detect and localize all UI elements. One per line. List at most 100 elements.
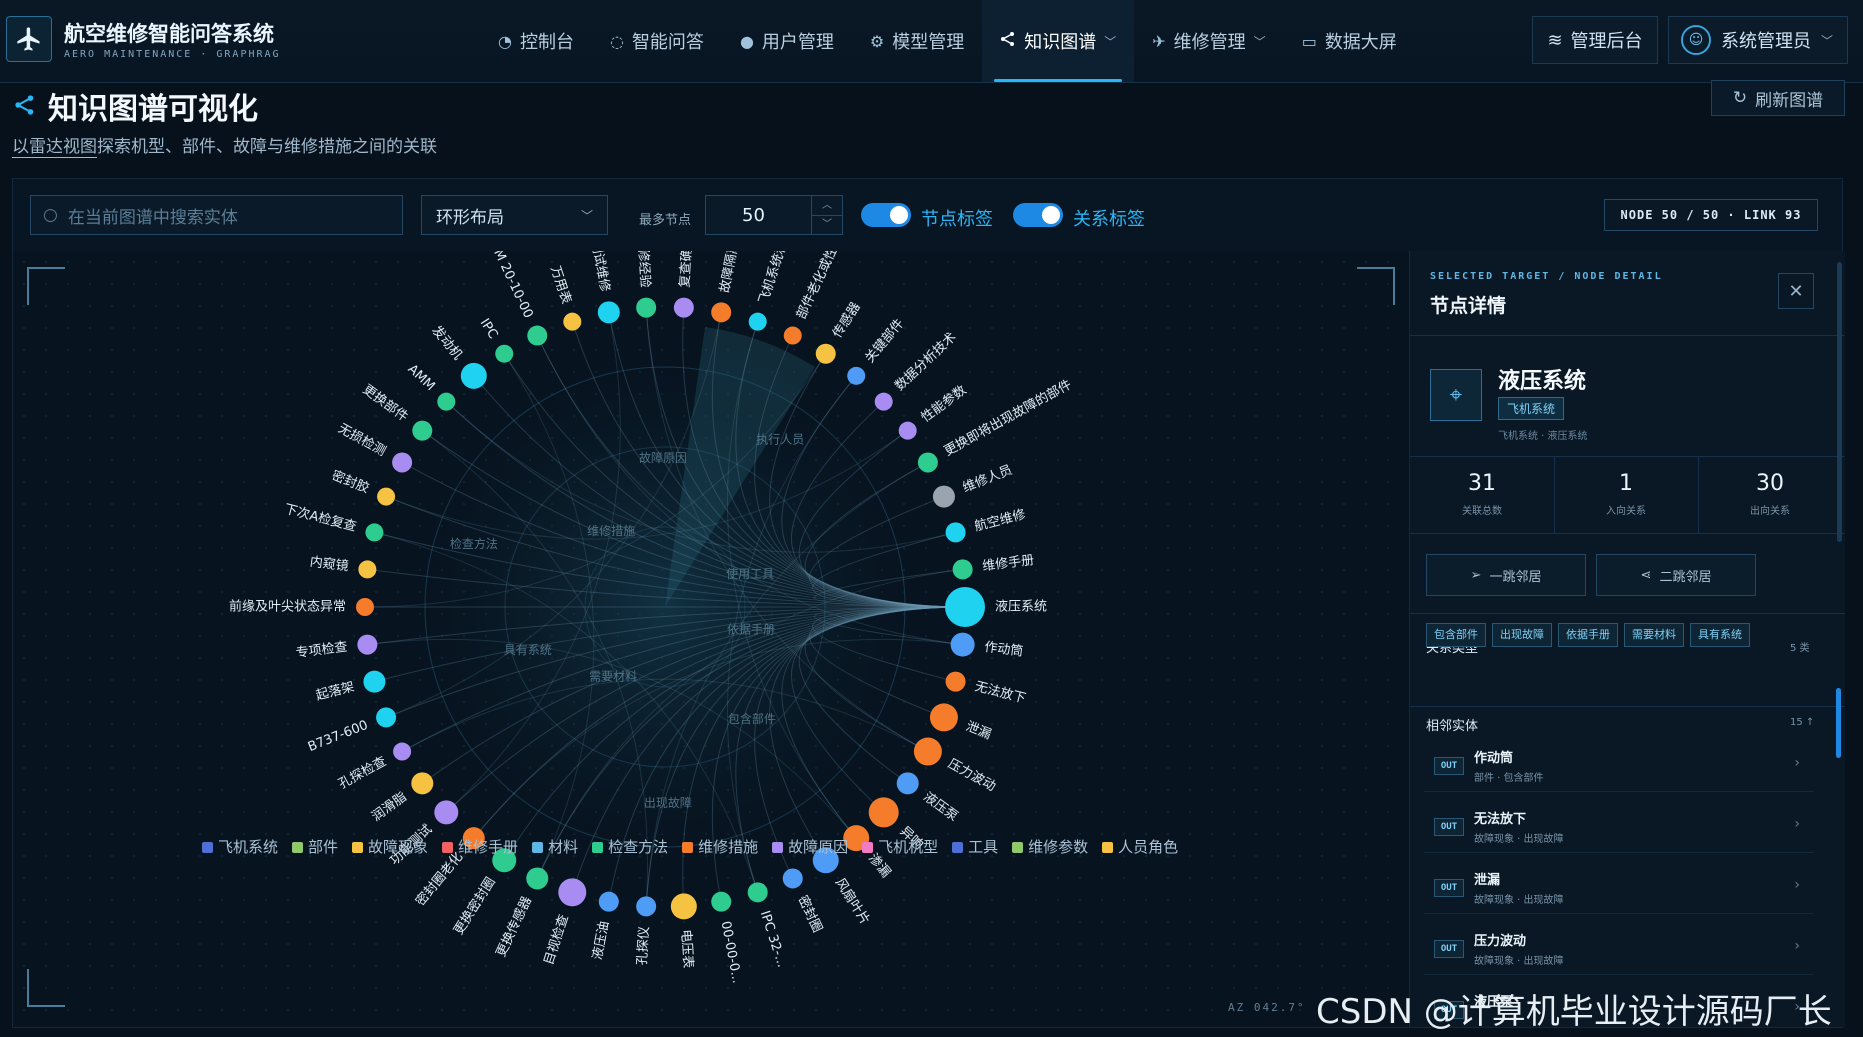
graph-node[interactable]: [874, 392, 893, 411]
page-scrollbar[interactable]: [1837, 262, 1842, 542]
legend-item[interactable]: 故障原因: [772, 836, 848, 857]
graph-node[interactable]: [393, 742, 412, 761]
graph-node[interactable]: [945, 587, 985, 627]
nav-item-models[interactable]: ⚙ 模型管理: [852, 0, 982, 82]
graph-node[interactable]: [748, 312, 767, 331]
graph-node[interactable]: [950, 632, 975, 657]
knowledge-graph-svg[interactable]: 依据手册包含部件出现故障需要材料具有系统检查方法维修措施故障原因执行人员使用工具…: [13, 251, 1409, 1027]
scrollbar[interactable]: [1836, 688, 1841, 758]
graph-node[interactable]: [896, 772, 919, 795]
neighbor-item[interactable]: OUT 泄漏 故障现象 · 出现故障 ›: [1424, 863, 1814, 914]
max-nodes-stepper[interactable]: 50 ︿ ﹀: [705, 195, 843, 235]
graph-node[interactable]: [847, 366, 866, 385]
entity-search-input[interactable]: ○ 在当前图谱中搜索实体: [30, 195, 403, 235]
graph-node[interactable]: [526, 867, 549, 890]
graph-node[interactable]: [952, 559, 973, 580]
legend-item[interactable]: 维修参数: [1012, 836, 1088, 857]
graph-node[interactable]: [747, 882, 768, 903]
graph-node[interactable]: [495, 344, 514, 363]
neighbor-item[interactable]: OUT 无法放下 故障现象 · 出现故障 ›: [1424, 802, 1814, 853]
graph-node[interactable]: [597, 301, 620, 324]
chevron-up-icon[interactable]: ︿: [812, 196, 842, 216]
node-label: 液压泵: [920, 790, 960, 825]
relation-type-tag[interactable]: 出现故障: [1492, 623, 1552, 647]
graph-node[interactable]: [932, 485, 955, 508]
two-hop-neighbors-button[interactable]: ⋖ 二跳邻居: [1596, 554, 1756, 596]
graph-node[interactable]: [363, 670, 386, 693]
neighbor-item[interactable]: OUT 作动筒 部件 · 包含部件 ›: [1424, 741, 1814, 792]
graph-node[interactable]: [945, 522, 966, 543]
airplane-logo-icon[interactable]: [6, 16, 52, 62]
graph-node[interactable]: [411, 772, 434, 795]
close-icon[interactable]: ✕: [1778, 273, 1814, 309]
graph-node[interactable]: [929, 703, 958, 732]
layout-select[interactable]: 环形布局 ﹀: [421, 195, 608, 235]
legend-item[interactable]: 飞机机型: [862, 836, 938, 857]
graph-node[interactable]: [913, 737, 942, 766]
graph-node[interactable]: [782, 868, 803, 889]
graph-node[interactable]: [673, 297, 694, 318]
graph-node[interactable]: [412, 420, 433, 441]
legend-item[interactable]: 工具: [952, 836, 998, 857]
graph-node[interactable]: [868, 797, 899, 828]
graph-node[interactable]: [636, 896, 657, 917]
graph-node[interactable]: [917, 452, 938, 473]
nav-item-qa[interactable]: ◌ 智能问答: [592, 0, 722, 82]
chevron-right-icon: ›: [1794, 816, 1800, 832]
legend-item[interactable]: 维修手册: [442, 836, 518, 857]
chevron-down-icon[interactable]: ﹀: [812, 216, 842, 234]
node-label: 更换部件: [360, 382, 411, 425]
graph-node[interactable]: [815, 343, 836, 364]
admin-backend-button[interactable]: ≋ 管理后台: [1532, 16, 1658, 64]
graph-node[interactable]: [357, 634, 378, 655]
graph-canvas[interactable]: 依据手册 包含部件 出现故障 需要材料 具有系统 检查方法 维修措施 故障原因 执行人员 使用工具…: [13, 251, 1409, 1027]
relation-type-tag[interactable]: 包含部件: [1426, 623, 1486, 647]
graph-node[interactable]: [434, 800, 459, 825]
graph-node[interactable]: [945, 671, 966, 692]
nav-item-bigscreen[interactable]: ▭ 数据大屏: [1284, 0, 1415, 82]
node-label: 润滑脂: [369, 790, 409, 825]
graph-node[interactable]: [898, 421, 917, 440]
user-icon: ●: [739, 31, 754, 51]
graph-node[interactable]: [783, 326, 802, 345]
graph-node[interactable]: [636, 297, 657, 318]
stepper-arrows[interactable]: ︿ ﹀: [811, 196, 842, 234]
graph-node[interactable]: [377, 487, 396, 506]
graph-node[interactable]: [598, 891, 619, 912]
legend-item[interactable]: 维修措施: [682, 836, 758, 857]
graph-node[interactable]: [376, 707, 397, 728]
nav-item-maintenance[interactable]: ✈ 维修管理 ﹀: [1134, 0, 1283, 82]
legend-item[interactable]: 飞机系统: [202, 836, 278, 857]
graph-node[interactable]: [358, 560, 377, 579]
nav-item-dashboard[interactable]: ◔ 控制台: [480, 0, 592, 82]
relation-label-toggle[interactable]: [1013, 203, 1063, 227]
neighbor-subtitle: 故障现象 · 出现故障: [1474, 834, 1564, 845]
graph-node[interactable]: [356, 598, 374, 616]
refresh-graph-button[interactable]: ↻ 刷新图谱: [1711, 80, 1845, 116]
legend-item[interactable]: 检查方法: [592, 836, 668, 857]
graph-node[interactable]: [365, 523, 384, 542]
graph-node[interactable]: [711, 302, 732, 323]
legend-item[interactable]: 材料: [532, 836, 578, 857]
node-label-toggle[interactable]: [861, 203, 911, 227]
graph-node[interactable]: [670, 893, 697, 920]
relation-type-tag[interactable]: 依据手册: [1558, 623, 1618, 647]
graph-node[interactable]: [392, 452, 413, 473]
legend-item[interactable]: 人员角色: [1102, 836, 1178, 857]
graph-node[interactable]: [558, 878, 587, 907]
relation-type-tag[interactable]: 具有系统: [1690, 623, 1750, 647]
graph-node[interactable]: [563, 312, 582, 331]
graph-node[interactable]: [527, 325, 548, 346]
nav-item-knowledge-graph[interactable]: 知识图谱 ﹀: [982, 0, 1135, 82]
legend-item[interactable]: 故障现象: [352, 836, 428, 857]
one-hop-neighbors-button[interactable]: ➢ 一跳邻居: [1426, 554, 1586, 596]
relation-type-tag[interactable]: 需要材料: [1624, 623, 1684, 647]
nav-item-users[interactable]: ● 用户管理: [722, 0, 852, 82]
graph-node[interactable]: [437, 392, 456, 411]
graph-node[interactable]: [460, 362, 487, 389]
graph-node[interactable]: [711, 891, 732, 912]
neighbor-item[interactable]: OUT 压力波动 故障现象 · 出现故障 ›: [1424, 924, 1814, 975]
dashboard-icon: ◔: [498, 31, 512, 51]
user-menu-button[interactable]: ☺ 系统管理员 ﹀: [1668, 16, 1848, 64]
legend-item[interactable]: 部件: [292, 836, 338, 857]
